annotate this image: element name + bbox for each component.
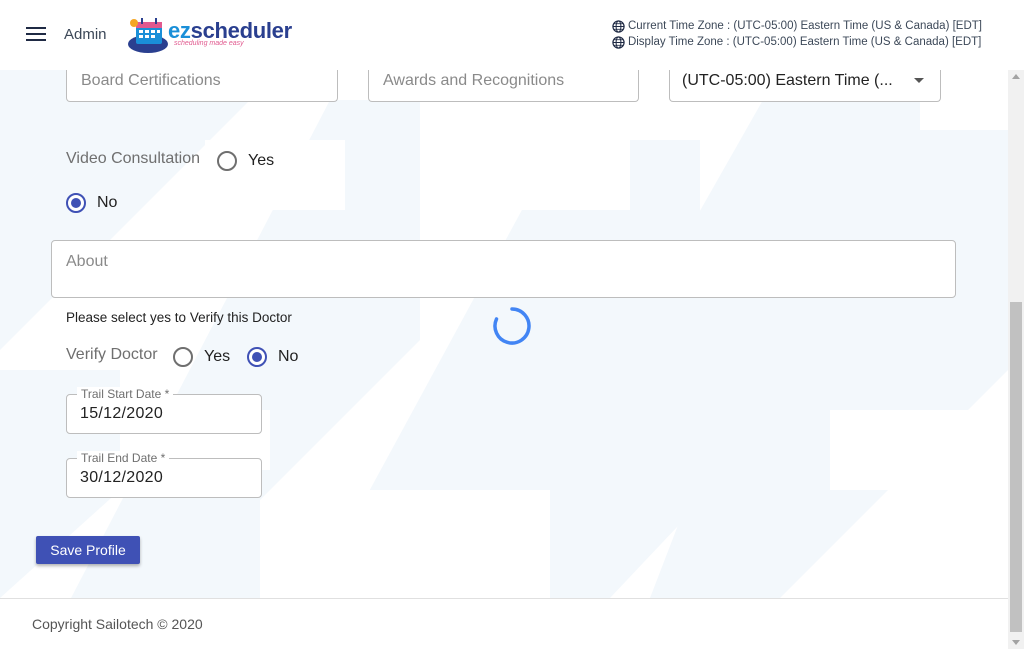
verify-doctor-no-radio[interactable] bbox=[247, 347, 267, 367]
current-timezone-text: Current Time Zone : (UTC-05:00) Eastern … bbox=[627, 20, 982, 32]
scroll-down-arrow-icon[interactable] bbox=[1012, 640, 1020, 645]
admin-label: Admin bbox=[64, 26, 107, 43]
copyright-text: Copyright Sailotech © 2020 bbox=[32, 616, 203, 632]
verify-helper-text: Please select yes to Verify this Doctor bbox=[66, 310, 292, 325]
current-timezone-line: Current Time Zone : (UTC-05:00) Eastern … bbox=[612, 18, 982, 34]
app-header: Admin ezscheduler scheduling made easy C… bbox=[0, 0, 1024, 70]
loading-spinner-icon bbox=[493, 307, 531, 345]
verify-doctor-yes-label[interactable]: Yes bbox=[204, 348, 230, 366]
timezone-select-value: (UTC-05:00) Eastern Time (... bbox=[682, 71, 893, 89]
verify-doctor-label: Verify Doctor bbox=[66, 346, 158, 363]
verify-doctor-yes-radio[interactable] bbox=[173, 347, 193, 367]
logo-tagline: scheduling made easy bbox=[174, 40, 244, 47]
about-placeholder: About bbox=[66, 253, 108, 270]
dropdown-arrow-icon bbox=[914, 78, 924, 83]
trail-end-date-value: 30/12/2020 bbox=[80, 469, 164, 486]
trail-start-date-input[interactable]: Trail Start Date * 15/12/2020 bbox=[66, 387, 262, 434]
trail-end-date-input[interactable]: Trail End Date * 30/12/2020 bbox=[66, 451, 262, 498]
board-certifications-placeholder: Board Certifications bbox=[81, 71, 221, 89]
page-footer: Copyright Sailotech © 2020 bbox=[0, 598, 1008, 649]
hamburger-menu-icon[interactable] bbox=[26, 27, 46, 43]
trail-start-date-value: 15/12/2020 bbox=[80, 405, 164, 422]
video-consultation-label: Video Consultation bbox=[66, 150, 201, 167]
video-consultation-yes-radio[interactable] bbox=[217, 151, 237, 171]
globe-icon bbox=[612, 35, 625, 49]
save-profile-button[interactable]: Save Profile bbox=[36, 536, 140, 564]
video-consultation-no-label[interactable]: No bbox=[97, 194, 117, 212]
scrollbar-thumb[interactable] bbox=[1010, 302, 1022, 632]
trail-end-date-label: Trail End Date * bbox=[77, 451, 170, 465]
video-consultation-no-radio[interactable] bbox=[66, 193, 86, 213]
vertical-scrollbar[interactable] bbox=[1008, 70, 1024, 649]
trail-start-date-label: Trail Start Date * bbox=[77, 387, 174, 401]
about-textarea[interactable]: About bbox=[51, 240, 956, 298]
timezone-info: Current Time Zone : (UTC-05:00) Eastern … bbox=[612, 18, 982, 50]
awards-placeholder: Awards and Recognitions bbox=[383, 71, 565, 89]
verify-doctor-no-label[interactable]: No bbox=[278, 348, 298, 366]
video-consultation-yes-label[interactable]: Yes bbox=[248, 152, 274, 170]
globe-icon bbox=[612, 19, 625, 33]
display-timezone-line: Display Time Zone : (UTC-05:00) Eastern … bbox=[612, 34, 982, 50]
calendar-logo-icon bbox=[128, 18, 168, 53]
scroll-up-arrow-icon[interactable] bbox=[1012, 74, 1020, 79]
ezscheduler-logo[interactable]: ezscheduler scheduling made easy bbox=[126, 14, 301, 56]
display-timezone-text: Display Time Zone : (UTC-05:00) Eastern … bbox=[627, 36, 982, 48]
